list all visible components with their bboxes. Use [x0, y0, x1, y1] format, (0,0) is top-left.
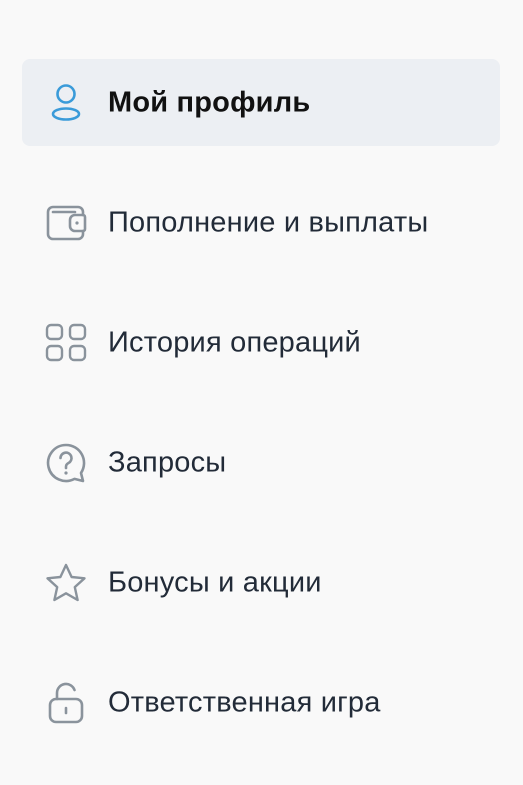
menu-item-label: Бонусы и акции — [108, 566, 322, 598]
account-menu: Мой профиль Пополнение и выплаты История… — [22, 59, 500, 779]
menu-item-requests[interactable]: Запросы — [22, 419, 500, 506]
user-icon — [44, 81, 88, 125]
wallet-icon — [44, 201, 88, 245]
menu-item-label: Запросы — [108, 446, 227, 478]
menu-item-label: Пополнение и выплаты — [108, 206, 429, 238]
unlock-icon — [44, 681, 88, 725]
menu-item-label: Мой профиль — [108, 86, 311, 118]
menu-item-label: Ответственная игра — [108, 686, 381, 718]
menu-item-transaction-history[interactable]: История операций — [22, 299, 500, 386]
menu-item-deposits-withdrawals[interactable]: Пополнение и выплаты — [22, 179, 500, 266]
question-bubble-icon — [44, 441, 88, 485]
menu-item-bonuses-promotions[interactable]: Бонусы и акции — [22, 539, 500, 626]
menu-item-responsible-gaming[interactable]: Ответственная игра — [22, 659, 500, 746]
star-icon — [44, 561, 88, 605]
menu-item-label: История операций — [108, 326, 361, 358]
menu-item-my-profile[interactable]: Мой профиль — [22, 59, 500, 146]
grid-icon — [44, 321, 88, 365]
